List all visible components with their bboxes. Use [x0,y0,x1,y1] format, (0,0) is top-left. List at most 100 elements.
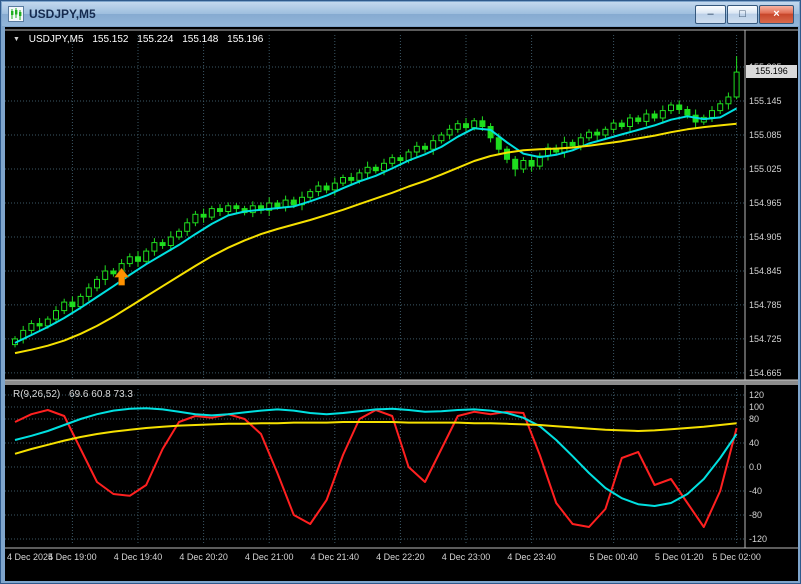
bull-candle [725,96,732,105]
bull-candle [520,160,527,170]
bull-candle [53,310,59,320]
price-axis[interactable]: 155.205155.145155.085155.025154.965154.9… [749,62,782,378]
time-axis-label: 4 Dec 23:40 [507,552,556,562]
bear-candle [463,123,469,129]
bull-candle [225,205,232,213]
price-axis-label: 154.785 [749,300,782,310]
bull-candle [413,145,420,153]
bull-candle [364,166,371,174]
bear-candle [233,205,240,210]
bear-candle [635,117,642,122]
bull-candle [586,131,592,139]
window-icon[interactable] [8,6,24,22]
candlesticks [12,56,740,348]
bull-candle [184,222,191,232]
bear-candle [397,157,404,161]
bear-candle [618,122,625,127]
osc-slow-line [14,421,737,455]
bull-candle [143,250,150,262]
bear-candle [684,109,691,116]
bull-candle [471,120,478,129]
bull-candle [44,318,51,327]
indicator-axis[interactable]: 120 100 80 40 0.0 -40 -80 -120 [749,390,767,544]
price-axis-label: 154.965 [749,198,782,208]
bull-candle [733,71,740,98]
bull-candle [151,242,158,252]
window-controls: – □ × [695,4,794,24]
current-price-marker: 155.196 [746,65,797,78]
indicator-axis-label: 80 [749,414,759,424]
indicator-axis-label: -80 [749,510,762,520]
indicator-values: 69.6 60.8 73.3 [69,389,133,400]
ma-slow-line [14,122,737,355]
chart-area[interactable]: 155.205155.145155.085155.025154.965154.9… [5,27,798,581]
bear-candle [159,242,166,247]
bear-candle [217,208,223,213]
bull-candle [28,323,35,331]
bull-candle [356,172,363,181]
bear-candle [528,160,535,167]
close-button[interactable]: × [759,4,794,24]
bear-candle [110,270,117,275]
bear-candle [512,158,519,170]
bull-candle [315,185,322,193]
chart-menu-arrow-icon[interactable]: ▼ [13,36,20,43]
bull-candle [208,208,215,218]
bear-candle [372,166,379,172]
bear-candle [69,301,76,308]
indicator-name-label: R(9,26,52) [13,389,61,400]
time-axis-label: 4 Dec 19:00 [48,552,97,562]
indicator-info-line: R(9,26,52) 69.6 60.8 73.3 [13,389,139,400]
bull-candle [709,110,715,118]
bull-candle [381,162,387,172]
time-axis-label: 5 Dec 00:40 [589,552,638,562]
indicator-axis-label: 100 [749,402,764,412]
indicator-axis-label: -120 [749,534,767,544]
time-axis[interactable]: 4 Dec 20254 Dec 19:00 4 Dec 19:40 4 Dec 20… [7,552,761,562]
bull-candle [717,103,724,112]
indicator-axis-label: 120 [749,390,764,400]
indicator-axis-label: 0.0 [749,462,762,472]
bull-candle [627,117,633,127]
minimize-button[interactable]: – [695,4,726,24]
indicator-axis-label: -40 [749,486,762,496]
bull-candle [430,140,437,150]
bull-candle [643,113,650,122]
bear-candle [422,145,428,150]
high-value: 155.224 [137,34,174,45]
bear-candle [135,256,141,262]
time-axis-label: 4 Dec 22:20 [376,552,425,562]
time-axis-label: 4 Dec 2025 [7,552,53,562]
title-bar[interactable]: USDJPY,M5 – □ × [2,2,799,26]
time-axis-label: 4 Dec 20:20 [179,552,228,562]
price-axis-label: 154.725 [749,334,782,344]
bull-candle [307,191,314,198]
bear-candle [504,148,510,160]
bull-candle [340,177,346,184]
bull-candle [85,287,92,297]
bull-candle [454,123,461,130]
time-axis-label: 4 Dec 23:00 [442,552,491,562]
chart-client-area: 155.205155.145155.085155.025154.965154.9… [5,27,798,581]
price-axis-label: 154.905 [749,232,782,242]
oscillator-lines [14,407,738,528]
maximize-button[interactable]: □ [727,4,758,24]
moving-average-lines [14,107,738,355]
bull-candle [102,270,109,280]
price-axis-label: 155.145 [749,96,782,106]
bull-candle [167,236,174,246]
bear-candle [676,104,683,110]
time-axis-label: 5 Dec 01:20 [655,552,704,562]
bear-candle [569,141,576,147]
bull-candle [282,199,289,208]
bear-candle [200,213,207,218]
bull-candle [659,110,666,119]
price-axis-label: 155.085 [749,130,782,140]
bear-candle [495,137,502,150]
osc-fast-line [14,409,738,528]
bull-candle [331,182,338,191]
time-axis-label: 4 Dec 21:40 [311,552,360,562]
bull-candle [610,122,617,130]
bull-candle [192,213,199,224]
window-splitter[interactable] [5,380,798,385]
